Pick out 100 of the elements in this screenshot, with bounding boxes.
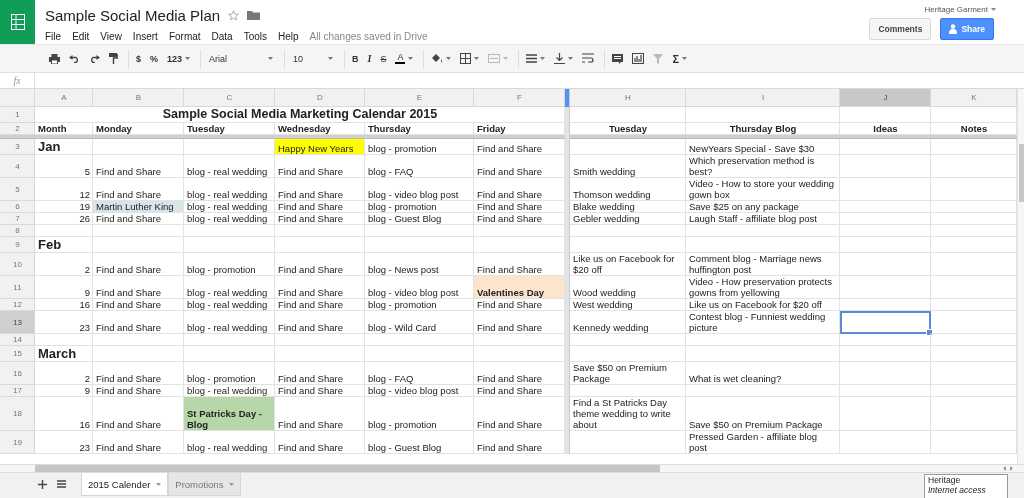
column-header[interactable]: F xyxy=(474,89,565,107)
text-wrap-icon[interactable] xyxy=(582,53,595,64)
row-header[interactable]: 7 xyxy=(0,213,35,225)
currency-format-button[interactable]: $ xyxy=(133,48,144,69)
table-cell: 16 xyxy=(35,299,93,311)
chart-icon[interactable] xyxy=(632,53,645,64)
row-header[interactable]: 1 xyxy=(0,107,35,123)
row-header[interactable]: 4 xyxy=(0,155,35,178)
table-cell xyxy=(35,225,93,237)
row-header[interactable]: 14 xyxy=(0,334,35,346)
row-header[interactable]: 17 xyxy=(0,385,35,397)
sheet-tab[interactable]: 2015 Calender xyxy=(81,473,169,496)
caret-icon xyxy=(503,57,509,60)
paint-roller-icon[interactable] xyxy=(109,53,118,64)
row-header[interactable]: 8 xyxy=(0,225,35,237)
list-icon[interactable] xyxy=(57,480,66,488)
vertical-scrollbar[interactable] xyxy=(1017,89,1024,464)
row-header[interactable]: 2 xyxy=(0,123,35,135)
horizontal-scrollbar[interactable] xyxy=(0,464,1024,473)
comments-button[interactable]: Comments xyxy=(869,18,932,40)
column-header[interactable]: C xyxy=(184,89,275,107)
table-cell: 16 xyxy=(35,397,93,431)
number-format-button[interactable]: 123 xyxy=(164,48,194,69)
scroll-right-icon[interactable] xyxy=(1009,465,1014,472)
percent-format-button[interactable]: % xyxy=(147,48,162,69)
table-cell: Find and Share xyxy=(93,385,184,397)
redo-icon[interactable] xyxy=(89,54,100,63)
vertical-align-icon[interactable] xyxy=(554,53,566,64)
star-icon[interactable] xyxy=(228,9,240,21)
font-size-dropdown[interactable]: 10 xyxy=(289,48,338,69)
share-button[interactable]: Share xyxy=(940,18,994,40)
row-header[interactable]: 16 xyxy=(0,362,35,385)
table-cell xyxy=(35,334,93,346)
menu-item[interactable]: Data xyxy=(211,30,233,42)
column-header[interactable]: B xyxy=(93,89,184,107)
sheet-tab[interactable]: Promotions xyxy=(168,473,242,496)
column-header[interactable]: J xyxy=(840,89,931,107)
active-cell[interactable] xyxy=(840,311,931,334)
column-header[interactable]: H xyxy=(570,89,686,107)
row-header[interactable]: 3 xyxy=(0,139,35,155)
row-header[interactable]: 18 xyxy=(0,397,35,431)
row-header[interactable]: 19 xyxy=(0,431,35,454)
menu-item[interactable]: Help xyxy=(278,30,299,42)
table-cell: blog - real wedding xyxy=(184,431,275,454)
table-cell: Like us on Facebook for $20 off xyxy=(686,299,840,311)
document-title[interactable]: Sample Social Media Plan xyxy=(45,6,221,24)
italic-button[interactable]: I xyxy=(364,48,375,69)
table-cell: Thomson wedding xyxy=(570,178,686,201)
save-status: All changes saved in Drive xyxy=(309,30,428,42)
menu-item[interactable]: Insert xyxy=(132,30,158,42)
scroll-left-icon[interactable] xyxy=(1002,465,1007,472)
column-header[interactable]: A xyxy=(35,89,93,107)
row-header[interactable]: 9 xyxy=(0,237,35,253)
table-cell: Find and Share xyxy=(275,299,365,311)
functions-button[interactable]: Σ xyxy=(669,48,691,69)
print-icon[interactable] xyxy=(49,53,60,64)
paint-bucket-icon[interactable] xyxy=(431,53,444,64)
table-cell: Find and Share xyxy=(275,311,365,334)
table-cell: 9 xyxy=(35,276,93,299)
strikethrough-button[interactable]: S xyxy=(377,48,390,69)
table-cell: Find a St Patricks Day theme wedding to write about xyxy=(570,397,686,431)
row-header[interactable]: 13 xyxy=(0,311,35,334)
row-header[interactable]: 6 xyxy=(0,201,35,213)
row-header[interactable]: 15 xyxy=(0,346,35,362)
table-cell: Find and Share xyxy=(93,253,184,276)
table-cell: Save $50 on Premium Package xyxy=(686,397,840,431)
comment-icon[interactable] xyxy=(612,53,624,64)
bold-button[interactable]: B xyxy=(349,48,362,69)
table-cell: Find and Share xyxy=(474,362,565,385)
row-header[interactable]: 5 xyxy=(0,178,35,201)
menu-item[interactable]: Format xyxy=(168,30,201,42)
menu-item[interactable]: View xyxy=(100,30,122,42)
table-cell: Find and Share xyxy=(275,431,365,454)
column-header[interactable]: K xyxy=(931,89,1017,107)
table-cell: Find and Share xyxy=(93,213,184,225)
freeze-bar[interactable] xyxy=(565,89,570,454)
undo-icon[interactable] xyxy=(69,54,80,63)
text-color-button[interactable]: A xyxy=(392,48,417,69)
font-dropdown[interactable]: Arial xyxy=(205,48,278,69)
align-left-icon[interactable] xyxy=(526,54,538,63)
table-cell: 5 xyxy=(35,155,93,178)
row-header[interactable]: 10 xyxy=(0,253,35,276)
plus-icon[interactable] xyxy=(38,479,47,489)
table-cell: blog - real wedding xyxy=(184,213,275,225)
menu-item[interactable]: Tools xyxy=(243,30,268,42)
menu-item[interactable]: File xyxy=(45,30,62,42)
table-cell: blog - promotion xyxy=(365,201,474,213)
menu-item[interactable]: Edit xyxy=(72,30,90,42)
row-header[interactable]: 12 xyxy=(0,299,35,311)
borders-icon[interactable] xyxy=(460,53,472,64)
column-header[interactable]: D xyxy=(275,89,365,107)
row-header[interactable]: 11 xyxy=(0,276,35,299)
column-header[interactable]: I xyxy=(686,89,840,107)
merge-cells-icon[interactable] xyxy=(488,54,501,63)
app-logo[interactable] xyxy=(0,0,35,44)
table-cell: blog - Guest Blog xyxy=(365,431,474,454)
column-header[interactable]: E xyxy=(365,89,474,107)
folder-icon[interactable] xyxy=(247,10,261,20)
account-name[interactable]: Heritage Garment xyxy=(924,5,988,14)
table-cell: blog - real wedding xyxy=(184,178,275,201)
